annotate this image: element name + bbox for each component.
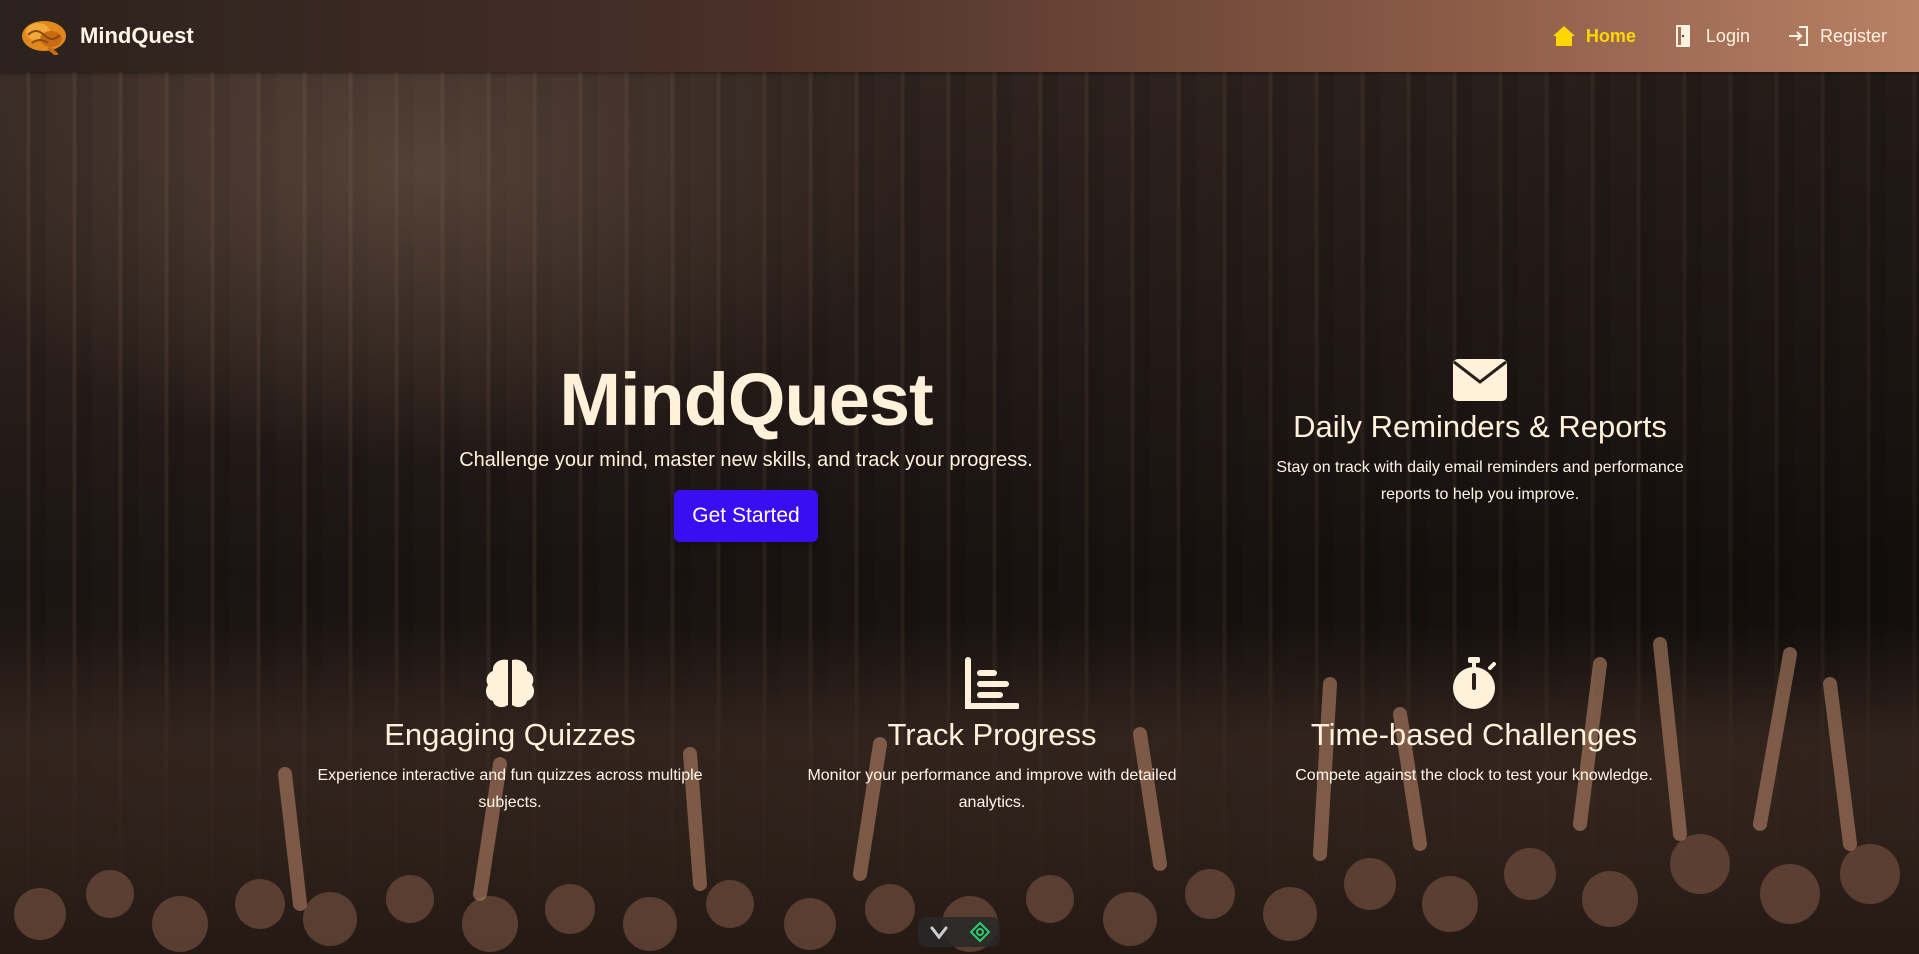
feature-description: Stay on track with daily email reminders… <box>1276 459 1684 503</box>
hero-section: MindQuest Challenge your mind, master ne… <box>386 355 1106 542</box>
target-icon[interactable] <box>968 920 992 944</box>
home-icon <box>1552 26 1575 46</box>
feature-title: Daily Reminders & Reports <box>1293 409 1667 444</box>
feature-description: Compete against the clock to test your k… <box>1295 767 1653 784</box>
brain-logo-icon <box>22 21 66 55</box>
get-started-button[interactable]: Get Started <box>674 490 818 542</box>
top-navbar: MindQuest Home Login Register <box>0 0 1919 72</box>
floating-toolbar <box>918 917 1000 947</box>
nav-register-label: Register <box>1819 25 1887 46</box>
brand-name: MindQuest <box>80 23 194 48</box>
stopwatch-icon <box>1453 657 1496 709</box>
feature-description: Experience interactive and fun quizzes a… <box>317 767 703 811</box>
nav-home-label: Home <box>1585 25 1636 46</box>
feature-description: Monitor your performance and improve wit… <box>807 767 1177 811</box>
hero-subtitle: Challenge your mind, master new skills, … <box>459 449 1033 471</box>
sign-in-icon <box>1788 26 1808 46</box>
nav-register-link[interactable]: Register <box>1786 24 1887 48</box>
brand[interactable]: MindQuest <box>20 14 194 58</box>
feature-title: Time-based Challenges <box>1310 717 1638 752</box>
envelope-icon <box>1453 359 1507 401</box>
nav-login-link[interactable]: Login <box>1672 24 1750 48</box>
feature-time-challenges: Time-based Challenges Compete against th… <box>1254 656 1694 789</box>
feature-title: Engaging Quizzes <box>384 717 636 752</box>
chevron-down-icon[interactable] <box>927 920 951 944</box>
brain-icon <box>485 659 535 708</box>
nav-login-label: Login <box>1705 25 1750 46</box>
hero-title: MindQuest <box>559 358 933 441</box>
door-icon <box>1675 25 1690 47</box>
feature-title: Track Progress <box>887 717 1097 752</box>
nav-links: Home Login Register <box>1552 18 1887 54</box>
feature-progress: Track Progress Monitor your performance … <box>772 656 1212 816</box>
feature-reminders: Daily Reminders & Reports Stay on track … <box>1270 358 1690 508</box>
feature-quizzes: Engaging Quizzes Experience interactive … <box>290 656 730 816</box>
nav-home-link[interactable]: Home <box>1552 24 1636 48</box>
bar-chart-icon <box>965 657 1019 709</box>
